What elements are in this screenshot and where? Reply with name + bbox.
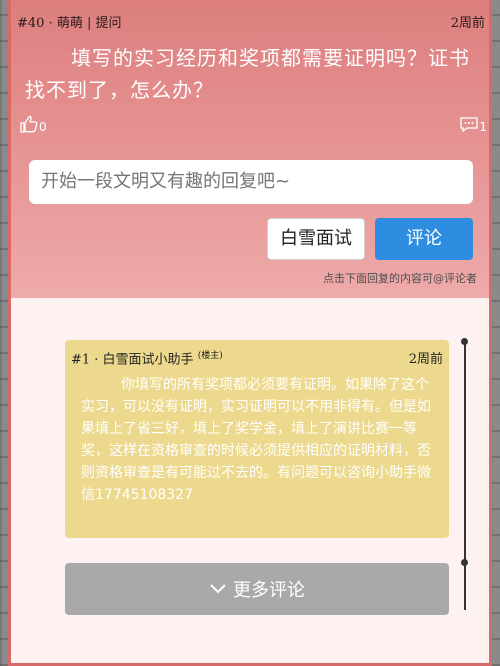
- post-card: #40 · 萌萌 | 提问 2周前 填写的实习经历和奖项都需要证明吗？证书找不到…: [8, 0, 492, 666]
- nickname-button[interactable]: 白雪面试: [267, 218, 365, 260]
- mention-hint: 点击下面回复的内容可@评论者: [323, 272, 477, 285]
- like-count: 0: [39, 120, 47, 134]
- reply-input[interactable]: [29, 160, 473, 204]
- comment-icon: [459, 116, 479, 134]
- comment-count: 1: [479, 120, 487, 134]
- post-header: #40 · 萌萌 | 提问 2周前 填写的实习经历和奖项都需要证明吗？证书找不到…: [11, 0, 489, 298]
- chevron-down-icon: [209, 583, 227, 595]
- timeline-dot-mid: [461, 559, 468, 566]
- submit-comment-button[interactable]: 评论: [375, 218, 473, 260]
- op-badge: (楼主): [197, 351, 223, 361]
- question-text: 填写的实习经历和奖项都需要证明吗？证书找不到了，怎么办？: [25, 46, 470, 102]
- like-button[interactable]: 0: [19, 114, 47, 134]
- reply-item[interactable]: #1 · 白雪面试小助手 (楼主) 2周前 你填写的所有奖项都必须要有证明。如果…: [65, 340, 449, 538]
- more-comments-label: 更多评论: [233, 580, 305, 601]
- reply-author-name: #1 · 白雪面试小助手: [71, 352, 194, 368]
- reply-time: 2周前: [408, 352, 443, 367]
- post-meta: #40 · 萌萌 | 提问: [17, 16, 122, 31]
- comment-count-button[interactable]: 1: [459, 116, 487, 134]
- thumbs-up-icon: [19, 114, 39, 134]
- reply-body: 你填写的所有奖项都必须要有证明。如果除了这个实习，可以没有证明，实习证明可以不用…: [81, 377, 431, 503]
- timeline-line: [464, 342, 466, 610]
- post-time: 2周前: [450, 16, 485, 31]
- reply-author: #1 · 白雪面试小助手 (楼主): [71, 348, 223, 367]
- timeline-dot-top: [461, 338, 468, 345]
- more-comments-button[interactable]: 更多评论: [65, 563, 449, 615]
